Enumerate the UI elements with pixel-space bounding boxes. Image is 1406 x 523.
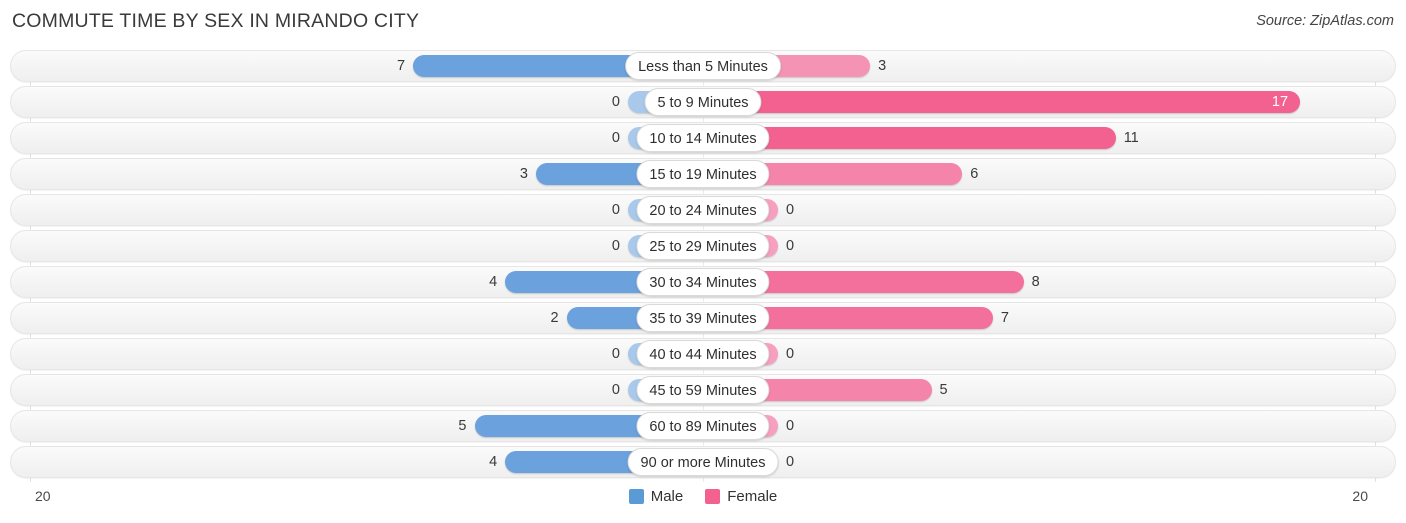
chart-footer: 20 20 Male Female [0,482,1406,523]
chart-row: 2 7 35 to 39 Minutes [0,302,1406,334]
chart-container: COMMUTE TIME BY SEX IN MIRANDO CITY Sour… [0,0,1406,523]
category-label: 30 to 34 Minutes [636,268,770,296]
value-label-female: 0 [786,238,795,254]
source-attribution: Source: ZipAtlas.com [1256,13,1394,29]
page-title: COMMUTE TIME BY SEX IN MIRANDO CITY [12,10,420,32]
chart-row: 4 0 90 or more Minutes [0,446,1406,478]
category-label: Less than 5 Minutes [625,52,781,80]
chart-row: 5 0 60 to 89 Minutes [0,410,1406,442]
chart-row: 0 0 20 to 24 Minutes [0,194,1406,226]
chart-row: 0 5 45 to 59 Minutes [0,374,1406,406]
value-label-male: 0 [611,238,620,254]
value-label-female: 0 [786,418,795,434]
value-label-male: 0 [611,202,620,218]
value-label-male: 0 [611,130,620,146]
chart-row: 7 3 Less than 5 Minutes [0,50,1406,82]
legend-item[interactable]: Male [628,488,684,505]
value-label-female: 7 [1000,310,1009,326]
chart-row: 0 0 25 to 29 Minutes [0,230,1406,262]
value-label-male: 5 [458,418,467,434]
value-label-female: 6 [970,166,979,182]
value-label-male: 0 [611,94,620,110]
value-label-male: 3 [519,166,528,182]
category-label: 20 to 24 Minutes [636,196,770,224]
chart-header: COMMUTE TIME BY SEX IN MIRANDO CITY Sour… [0,0,1406,46]
value-label-female: 0 [786,202,795,218]
category-label: 40 to 44 Minutes [636,340,770,368]
bar-female[interactable] [703,91,1300,113]
value-label-female: 17 [1271,94,1289,110]
legend-label: Female [727,488,778,505]
chart-row: 0 17 5 to 9 Minutes [0,86,1406,118]
legend-swatch-male [628,489,644,504]
value-label-female: 0 [786,346,795,362]
value-label-male: 4 [489,274,498,290]
value-label-female: 8 [1031,274,1040,290]
value-label-female: 5 [939,382,948,398]
value-label-female: 3 [878,58,887,74]
value-label-male: 0 [611,346,620,362]
chart-row: 0 0 40 to 44 Minutes [0,338,1406,370]
value-label-female: 0 [786,454,795,470]
chart-row: 0 11 10 to 14 Minutes [0,122,1406,154]
category-label: 5 to 9 Minutes [644,88,762,116]
value-label-male: 2 [550,310,559,326]
value-label-female: 11 [1123,130,1139,146]
legend-label: Male [650,488,684,505]
category-label: 25 to 29 Minutes [636,232,770,260]
category-label: 90 or more Minutes [627,448,779,476]
category-label: 45 to 59 Minutes [636,376,770,404]
plot-area: 7 3 Less than 5 Minutes 0 17 5 to 9 Minutes 0 1… [0,50,1406,482]
category-label: 35 to 39 Minutes [636,304,770,332]
category-label: 10 to 14 Minutes [636,124,770,152]
value-label-male: 0 [611,382,620,398]
category-label: 15 to 19 Minutes [636,160,770,188]
value-label-male: 4 [489,454,498,470]
value-label-male: 7 [397,58,406,74]
legend-swatch-female [705,489,721,504]
chart-row: 4 8 30 to 34 Minutes [0,266,1406,298]
chart-legend: Male Female [0,488,1406,505]
chart-row: 3 6 15 to 19 Minutes [0,158,1406,190]
category-label: 60 to 89 Minutes [636,412,770,440]
legend-item[interactable]: Female [705,488,777,505]
